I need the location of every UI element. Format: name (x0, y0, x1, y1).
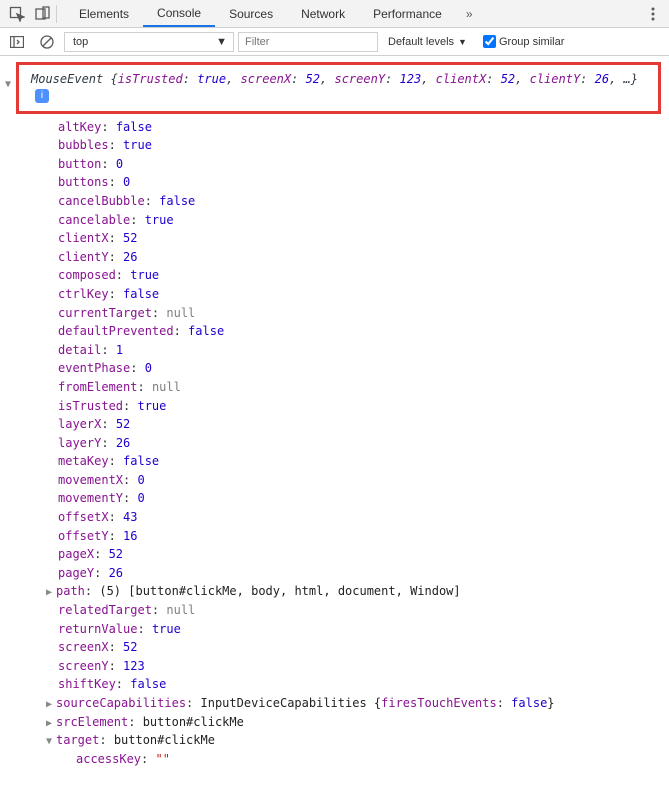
dropdown-icon: ▼ (458, 37, 467, 47)
highlighted-log-entry: ▼ MouseEvent {isTrusted: true, screenX: … (16, 62, 661, 114)
property-row-sourcecaps[interactable]: ▶sourceCapabilities: InputDeviceCapabili… (58, 694, 669, 713)
collapse-arrow-icon[interactable]: ▼ (46, 734, 56, 750)
object-summary[interactable]: MouseEvent {isTrusted: true, screenX: 52… (23, 71, 654, 105)
device-toggle-icon[interactable] (30, 1, 56, 27)
panel-tabs: Elements Console Sources Network Perform… (65, 0, 641, 27)
property-row[interactable]: fromElement: null (58, 378, 669, 397)
property-row-path[interactable]: ▶path: (5) [button#clickMe, body, html, … (58, 582, 669, 601)
toggle-sidebar-icon[interactable] (4, 29, 30, 55)
property-row[interactable]: offsetY: 16 (58, 527, 669, 546)
divider (56, 5, 57, 23)
property-row[interactable]: clientX: 52 (58, 229, 669, 248)
tab-network[interactable]: Network (287, 0, 359, 27)
more-tabs-button[interactable]: » (456, 0, 483, 27)
tab-sources[interactable]: Sources (215, 0, 287, 27)
property-row[interactable]: composed: true (58, 266, 669, 285)
property-row[interactable]: accessKey: "" (76, 750, 669, 769)
property-row[interactable]: offsetX: 43 (58, 508, 669, 527)
property-row[interactable]: screenY: 123 (58, 657, 669, 676)
object-properties: altKey: falsebubbles: truebutton: 0butto… (0, 118, 669, 769)
property-row[interactable]: bubbles: true (58, 136, 669, 155)
tab-performance[interactable]: Performance (359, 0, 456, 27)
property-row-target[interactable]: ▼target: button#clickMe (58, 731, 669, 750)
property-row[interactable]: pageY: 26 (58, 564, 669, 583)
group-similar-input[interactable] (483, 35, 496, 48)
console-filterbar: top ▼ Default levels ▼ Group similar (0, 28, 669, 56)
group-similar-checkbox[interactable]: Group similar (483, 35, 564, 48)
property-row[interactable]: eventPhase: 0 (58, 359, 669, 378)
property-row[interactable]: cancelable: true (58, 211, 669, 230)
property-row[interactable]: returnValue: true (58, 620, 669, 639)
expand-arrow-icon[interactable]: ▶ (46, 716, 56, 732)
property-row[interactable]: defaultPrevented: false (58, 322, 669, 341)
context-select[interactable]: top ▼ (64, 32, 234, 52)
devtools-toolbar: Elements Console Sources Network Perform… (0, 0, 669, 28)
property-row[interactable]: altKey: false (58, 118, 669, 137)
property-row[interactable]: layerX: 52 (58, 415, 669, 434)
property-row[interactable]: isTrusted: true (58, 397, 669, 416)
expand-arrow-icon[interactable]: ▶ (46, 585, 56, 601)
info-badge-icon[interactable]: i (35, 89, 49, 103)
property-row[interactable]: layerY: 26 (58, 434, 669, 453)
property-row[interactable]: detail: 1 (58, 341, 669, 360)
inspect-icon[interactable] (4, 1, 30, 27)
property-row[interactable]: clientY: 26 (58, 248, 669, 267)
expand-arrow-icon[interactable]: ▶ (46, 697, 56, 713)
property-row[interactable]: ctrlKey: false (58, 285, 669, 304)
property-row[interactable]: currentTarget: null (58, 304, 669, 323)
console-output: ▼ MouseEvent {isTrusted: true, screenX: … (0, 56, 669, 770)
log-levels-select[interactable]: Default levels ▼ (382, 36, 473, 48)
kebab-menu-icon[interactable] (641, 7, 665, 21)
property-row-srcelement[interactable]: ▶srcElement: button#clickMe (58, 713, 669, 732)
filter-input[interactable] (238, 32, 378, 52)
collapse-arrow-icon[interactable]: ▼ (5, 79, 11, 90)
tab-elements[interactable]: Elements (65, 0, 143, 27)
property-row[interactable]: metaKey: false (58, 452, 669, 471)
tab-console[interactable]: Console (143, 0, 215, 27)
dropdown-icon: ▼ (216, 36, 227, 48)
property-row[interactable]: movementY: 0 (58, 489, 669, 508)
property-row[interactable]: screenX: 52 (58, 638, 669, 657)
clear-console-icon[interactable] (34, 29, 60, 55)
property-row[interactable]: shiftKey: false (58, 675, 669, 694)
property-row[interactable]: cancelBubble: false (58, 192, 669, 211)
property-row[interactable]: buttons: 0 (58, 173, 669, 192)
property-row[interactable]: movementX: 0 (58, 471, 669, 490)
property-row[interactable]: relatedTarget: null (58, 601, 669, 620)
context-value: top (73, 36, 88, 48)
property-row[interactable]: button: 0 (58, 155, 669, 174)
property-row[interactable]: pageX: 52 (58, 545, 669, 564)
